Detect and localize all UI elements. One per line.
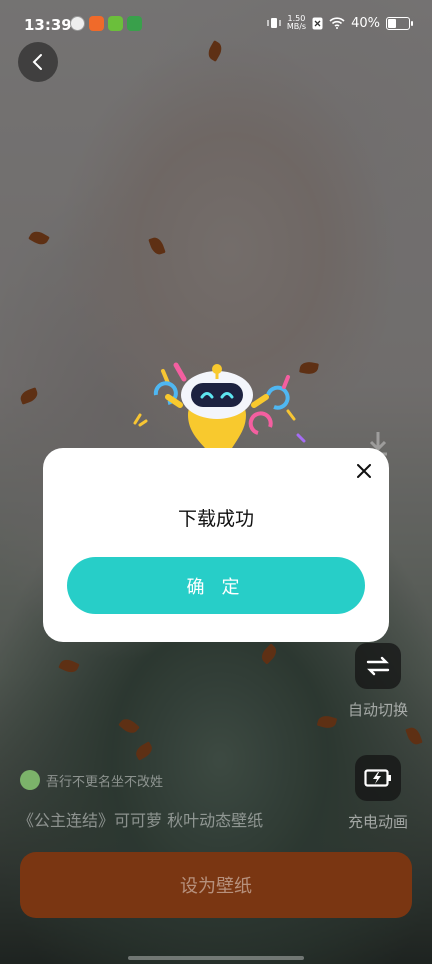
wallpaper-title: 《公主连结》可可萝 秋叶动态壁纸 — [18, 811, 264, 830]
confirm-button[interactable]: 确 定 — [67, 557, 365, 614]
swap-arrows-icon — [366, 656, 390, 676]
no-sim-icon — [312, 17, 323, 29]
app-notification-icon — [70, 16, 85, 31]
auto-switch-icon-box — [355, 643, 401, 689]
status-time: 13:39 — [24, 16, 72, 34]
status-right: 1.50 MB/s 40% — [267, 14, 413, 31]
author-name: 吾行不更名坐不改姓 — [46, 774, 164, 790]
chevron-left-icon — [32, 54, 42, 70]
app-store-icon — [127, 16, 142, 31]
charge-anim-icon-box — [355, 755, 401, 801]
close-button[interactable] — [351, 458, 377, 484]
set-wallpaper-button[interactable]: 设为壁纸 — [20, 852, 412, 918]
battery-percent: 40% — [351, 15, 380, 31]
close-icon — [357, 464, 371, 478]
wifi-icon — [329, 17, 345, 29]
author-info[interactable]: 吾行不更名坐不改姓 — [20, 770, 163, 790]
weibo-icon — [89, 16, 104, 31]
status-bar: 13:39 1.50 MB/s 40% — [0, 0, 432, 52]
download-success-dialog: 下载成功 确 定 — [43, 448, 389, 642]
vibrate-icon — [267, 18, 281, 28]
game-app-icon — [108, 16, 123, 31]
charging-battery-icon — [364, 769, 391, 787]
dialog-message: 下载成功 — [177, 508, 254, 530]
battery-icon — [386, 16, 413, 30]
back-button[interactable] — [18, 42, 58, 82]
charge-animation-control[interactable]: 充电动画 — [346, 755, 410, 832]
home-indicator[interactable] — [128, 956, 304, 960]
auto-switch-label: 自动切换 — [347, 701, 408, 719]
avatar — [20, 770, 40, 790]
charge-anim-label: 充电动画 — [347, 813, 408, 831]
battery-fill — [388, 18, 396, 28]
auto-switch-control[interactable]: 自动切换 — [346, 643, 410, 720]
network-speed: 1.50 MB/s — [286, 14, 307, 31]
notification-icons — [70, 16, 142, 31]
